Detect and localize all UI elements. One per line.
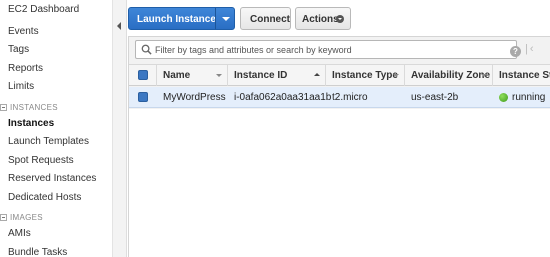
cell-availability-zone: us-east-2b <box>411 92 459 103</box>
caret-down-icon[interactable] <box>222 17 230 21</box>
sidebar-item-tags[interactable]: Tags <box>8 44 29 55</box>
sidebar-item-spot-requests[interactable]: Spot Requests <box>8 155 74 166</box>
chevron-left-icon[interactable] <box>117 22 121 30</box>
sidebar-item-limits[interactable]: Limits <box>8 81 34 92</box>
column-header-availability-zone[interactable]: Availability Zone <box>405 65 493 86</box>
sidebar-item-bundle-tasks[interactable]: Bundle Tasks <box>8 247 67 257</box>
launch-instance-label: Launch Instance <box>137 14 216 25</box>
collapse-toggle-icon[interactable] <box>0 214 7 221</box>
cell-instance-type: t2.micro <box>332 92 368 103</box>
pagination-controls[interactable]: |‹ <box>525 43 536 55</box>
section-instances[interactable]: INSTANCES <box>0 103 58 112</box>
sidebar-item-events[interactable]: Events <box>8 26 39 37</box>
cell-name: MyWordPress <box>163 92 226 103</box>
column-header-instance-state[interactable]: Instance State <box>493 65 550 86</box>
section-images-title: IMAGES <box>10 213 43 222</box>
search-input[interactable]: Filter by tags and attributes or search … <box>135 40 521 59</box>
launch-instance-button[interactable]: Launch Instance <box>128 7 235 30</box>
connect-button[interactable]: Connect <box>240 7 291 30</box>
actions-button[interactable]: Actions <box>295 7 351 30</box>
sidebar-item-reserved-instances[interactable]: Reserved Instances <box>8 173 96 184</box>
select-all-column <box>129 65 157 86</box>
select-all-checkbox[interactable] <box>138 70 148 80</box>
sidebar: EC2 Dashboard Events Tags Reports Limits… <box>0 0 113 257</box>
sort-icon <box>481 74 487 77</box>
table-header: Name Instance ID Instance Type Availabil… <box>129 64 550 86</box>
table-empty-area <box>129 109 550 257</box>
running-status-icon <box>499 93 508 102</box>
column-header-name[interactable]: Name <box>157 65 228 86</box>
sidebar-collapse-handle[interactable] <box>113 0 127 257</box>
first-page-icon[interactable]: |‹ <box>525 43 536 55</box>
section-instances-title: INSTANCES <box>10 103 58 112</box>
section-images[interactable]: IMAGES <box>0 213 43 222</box>
column-header-instance-type[interactable]: Instance Type <box>326 65 405 86</box>
actions-label: Actions <box>302 14 339 25</box>
sort-ascending-icon <box>314 73 320 76</box>
sidebar-item-ec2-dashboard[interactable]: EC2 Dashboard <box>8 4 79 15</box>
sort-icon <box>216 74 222 77</box>
sidebar-item-instances[interactable]: Instances <box>8 118 54 129</box>
sidebar-item-dedicated-hosts[interactable]: Dedicated Hosts <box>8 192 81 203</box>
sidebar-item-amis[interactable]: AMIs <box>8 228 31 239</box>
table-row[interactable]: MyWordPress i-0afa062a0aa31aa1b t2.micro… <box>129 87 550 108</box>
sort-icon <box>393 74 399 77</box>
help-icon[interactable]: ? <box>510 46 521 57</box>
search-placeholder: Filter by tags and attributes or search … <box>155 45 352 55</box>
caret-down-icon <box>336 15 344 23</box>
collapse-toggle-icon[interactable] <box>0 104 7 111</box>
search-icon <box>141 44 152 55</box>
sidebar-item-reports[interactable]: Reports <box>8 63 43 74</box>
instances-panel: Filter by tags and attributes or search … <box>128 36 550 257</box>
cell-instance-state: running <box>512 92 546 103</box>
cell-instance-id: i-0afa062a0aa31aa1b <box>234 92 332 103</box>
connect-label: Connect <box>250 14 290 25</box>
sidebar-item-launch-templates[interactable]: Launch Templates <box>8 136 89 147</box>
column-header-instance-id[interactable]: Instance ID <box>228 65 326 86</box>
row-checkbox[interactable] <box>138 92 148 102</box>
